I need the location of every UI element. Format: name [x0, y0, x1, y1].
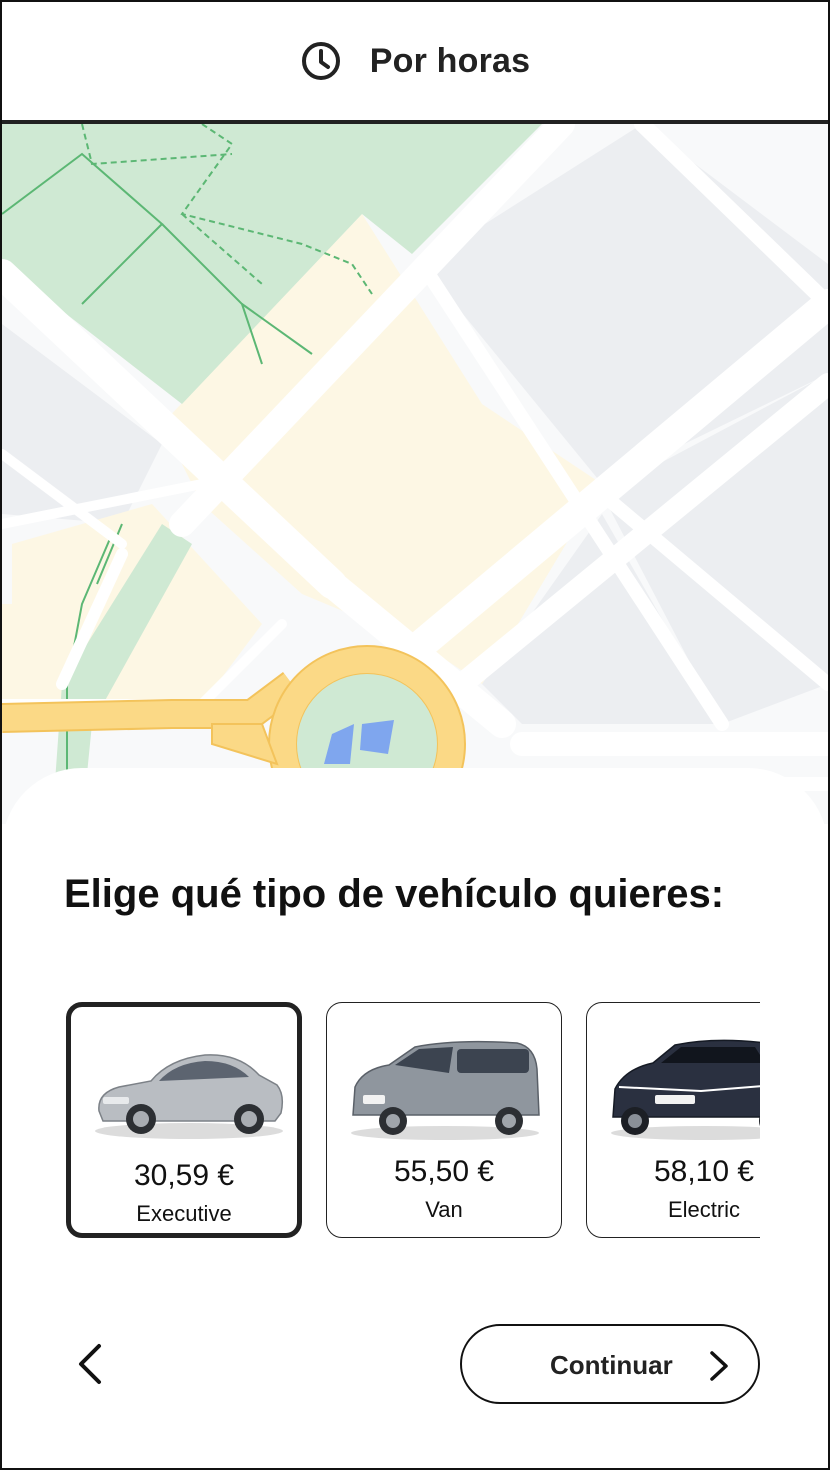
clock-icon — [301, 42, 340, 80]
fountain-water — [360, 720, 394, 754]
header: Por horas — [2, 2, 828, 124]
van-car-image — [351, 1040, 540, 1140]
vehicle-card-electric[interactable]: 58,10 € Electric — [586, 1002, 760, 1238]
chevron-left-icon — [79, 1344, 101, 1384]
vehicle-label: Executive — [136, 1201, 232, 1226]
map-canvas[interactable] — [2, 124, 828, 824]
vehicle-selection-sheet: Elige qué tipo de vehículo quieres: 30,5… — [2, 768, 828, 1468]
map-view[interactable] — [2, 124, 828, 824]
electric-suv-image — [611, 1039, 760, 1140]
continue-label: Continuar — [550, 1350, 673, 1380]
vehicle-card-van[interactable]: 55,50 € Van — [326, 1002, 562, 1238]
continue-button[interactable]: Continuar — [460, 1324, 760, 1404]
chevron-right-icon — [710, 1351, 728, 1381]
vehicle-question: Elige qué tipo de vehículo quieres: — [64, 872, 725, 916]
sedan-car-image — [95, 1054, 284, 1139]
app-frame: Por horas Elige qué tipo de vehículo qui… — [0, 0, 830, 1470]
vehicle-carousel[interactable]: 30,59 € Executive 55,50 € Van 58,10 € El… — [64, 1000, 760, 1244]
vehicle-label: Van — [425, 1197, 463, 1222]
vehicle-price: 58,10 € — [653, 1155, 755, 1188]
vehicle-card-executive[interactable]: 30,59 € Executive — [66, 1002, 302, 1238]
vehicle-price: 55,50 € — [393, 1155, 495, 1188]
back-button[interactable] — [64, 1338, 116, 1390]
vehicle-price: 30,59 € — [133, 1159, 235, 1192]
vehicle-label: Electric — [667, 1197, 741, 1222]
page-title: Por horas — [369, 41, 531, 80]
